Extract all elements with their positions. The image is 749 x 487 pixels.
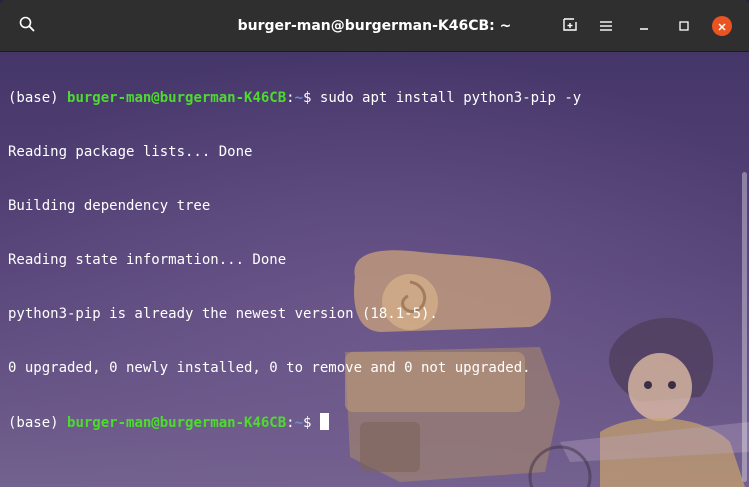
output-line: 0 upgraded, 0 newly installed, 0 to remo… bbox=[8, 360, 531, 376]
output-line: Reading package lists... Done bbox=[8, 144, 253, 160]
maximize-icon bbox=[678, 17, 690, 36]
prompt-symbol: $ bbox=[303, 90, 320, 106]
terminal-area[interactable]: (base) burger-man@burgerman-K46CB:~$ sud… bbox=[0, 52, 749, 487]
terminal-window: burger-man@burgerman-K46CB: ~ (base) bur… bbox=[0, 0, 749, 487]
prompt-user-host: burger-man@burgerman-K46CB bbox=[67, 90, 287, 106]
conda-env: (base) bbox=[8, 415, 68, 431]
prompt-line-1: (base) burger-man@burgerman-K46CB:~$ sud… bbox=[8, 89, 738, 107]
close-button[interactable] bbox=[705, 12, 739, 40]
new-tab-icon bbox=[562, 16, 578, 36]
prompt-symbol: $ bbox=[303, 415, 320, 431]
title-bar: burger-man@burgerman-K46CB: ~ bbox=[0, 0, 749, 52]
menu-button[interactable] bbox=[589, 12, 623, 40]
prompt-path: ~ bbox=[294, 90, 304, 106]
conda-env: (base) bbox=[8, 90, 68, 106]
output-line: python3-pip is already the newest versio… bbox=[8, 306, 438, 322]
prompt-user-host: burger-man@burgerman-K46CB bbox=[67, 415, 287, 431]
command-text: sudo apt install python3-pip -y bbox=[319, 90, 582, 106]
minimize-icon bbox=[638, 17, 650, 36]
text-cursor bbox=[319, 413, 329, 430]
terminal-output: (base) burger-man@burgerman-K46CB:~$ sud… bbox=[8, 53, 738, 467]
prompt-separator: : bbox=[286, 415, 295, 431]
maximize-button[interactable] bbox=[667, 12, 701, 40]
close-button-circle bbox=[712, 16, 732, 36]
search-icon bbox=[19, 16, 35, 36]
search-button[interactable] bbox=[10, 12, 44, 40]
prompt-separator: : bbox=[286, 90, 295, 106]
prompt-line-2[interactable]: (base) burger-man@burgerman-K46CB:~$ bbox=[8, 413, 738, 431]
hamburger-menu-icon bbox=[599, 17, 613, 36]
output-line: Building dependency tree bbox=[8, 198, 211, 214]
scrollbar[interactable] bbox=[742, 172, 747, 482]
new-tab-button[interactable] bbox=[553, 12, 587, 40]
minimize-button[interactable] bbox=[627, 12, 661, 40]
output-line: Reading state information... Done bbox=[8, 252, 287, 268]
prompt-path: ~ bbox=[294, 415, 304, 431]
close-icon bbox=[717, 17, 727, 36]
